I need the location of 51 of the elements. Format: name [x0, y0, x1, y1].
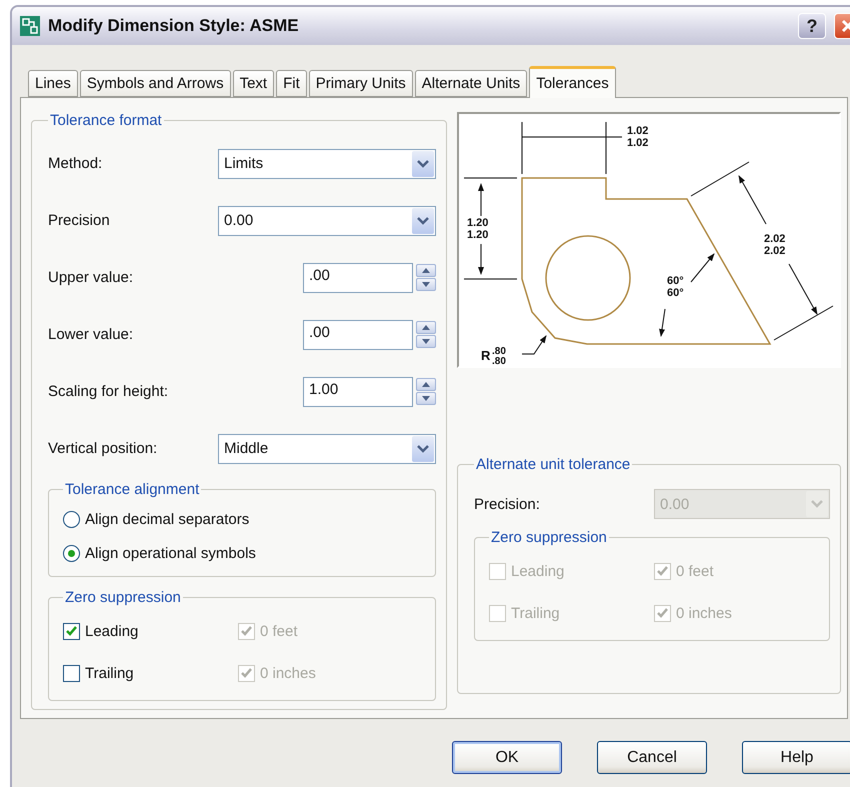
tab[interactable]: Primary Units: [308, 70, 413, 97]
field-label: Scaling for height:: [48, 383, 170, 400]
tab[interactable]: Symbols and Arrows: [80, 70, 231, 97]
dimension-label: 60°: [667, 287, 684, 299]
dropdown[interactable]: Middle: [218, 434, 436, 464]
tab[interactable]: Text: [232, 70, 274, 97]
dimension-label: 1.20: [467, 229, 488, 241]
number-field[interactable]: .00: [303, 320, 413, 350]
radio-label: Align operational symbols: [85, 544, 256, 562]
checkbox-label: Trailing: [85, 664, 134, 682]
dimension-label: 2.02: [764, 245, 786, 257]
field-label: Method:: [48, 155, 104, 172]
dimension-label: 1.20: [467, 217, 488, 229]
checkbox-label: 0 feet: [260, 622, 298, 640]
group-title: Zero suppression: [64, 589, 182, 606]
checkbox-label: Trailing: [511, 604, 560, 622]
dropdown[interactable]: Limits: [218, 148, 436, 178]
dimension-label: .80: [492, 356, 506, 366]
dimension-label: R: [481, 348, 490, 363]
group-title: Tolerance alignment: [64, 481, 200, 498]
window-title: Modify Dimension Style: ASME: [48, 16, 300, 36]
group-title: Tolerance format: [49, 112, 163, 129]
field-label: Upper value:: [48, 269, 134, 286]
dialog-button[interactable]: Cancel: [597, 741, 707, 774]
group-title: Zero suppression: [490, 529, 608, 546]
tab[interactable]: Lines: [28, 70, 78, 97]
group-title: Alternate unit tolerance: [475, 456, 632, 473]
number-field[interactable]: .00: [303, 262, 413, 292]
dialog-button[interactable]: OK: [452, 741, 562, 774]
dimension-label: 2.02: [764, 233, 786, 245]
checkbox-label: 0 inches: [260, 664, 316, 682]
dimension-label: 1.02: [627, 125, 648, 137]
help-button[interactable]: ?: [798, 13, 826, 39]
tab[interactable]: Tolerances: [529, 66, 616, 98]
number-field[interactable]: 1.00: [303, 376, 413, 406]
dimension-label: 60°: [667, 275, 684, 287]
field-label: Precision:: [474, 496, 541, 512]
dropdown[interactable]: 0.00: [218, 206, 436, 236]
checkbox-label: 0 inches: [676, 604, 732, 622]
field-label: Precision: [48, 212, 111, 229]
checkbox-label: Leading: [85, 622, 138, 640]
tab[interactable]: Alternate Units: [414, 70, 528, 97]
dimension-label: 1.02: [627, 137, 648, 149]
field-label: Vertical position:: [48, 440, 158, 457]
radio-label: Align decimal separators: [85, 510, 250, 528]
dimension-label: .80: [492, 346, 506, 357]
tab[interactable]: Fit: [276, 70, 307, 97]
checkbox-label: Leading: [511, 562, 564, 580]
dialog-button[interactable]: Help: [742, 741, 850, 774]
checkbox-label: 0 feet: [676, 562, 714, 580]
field-label: Lower value:: [48, 326, 134, 343]
